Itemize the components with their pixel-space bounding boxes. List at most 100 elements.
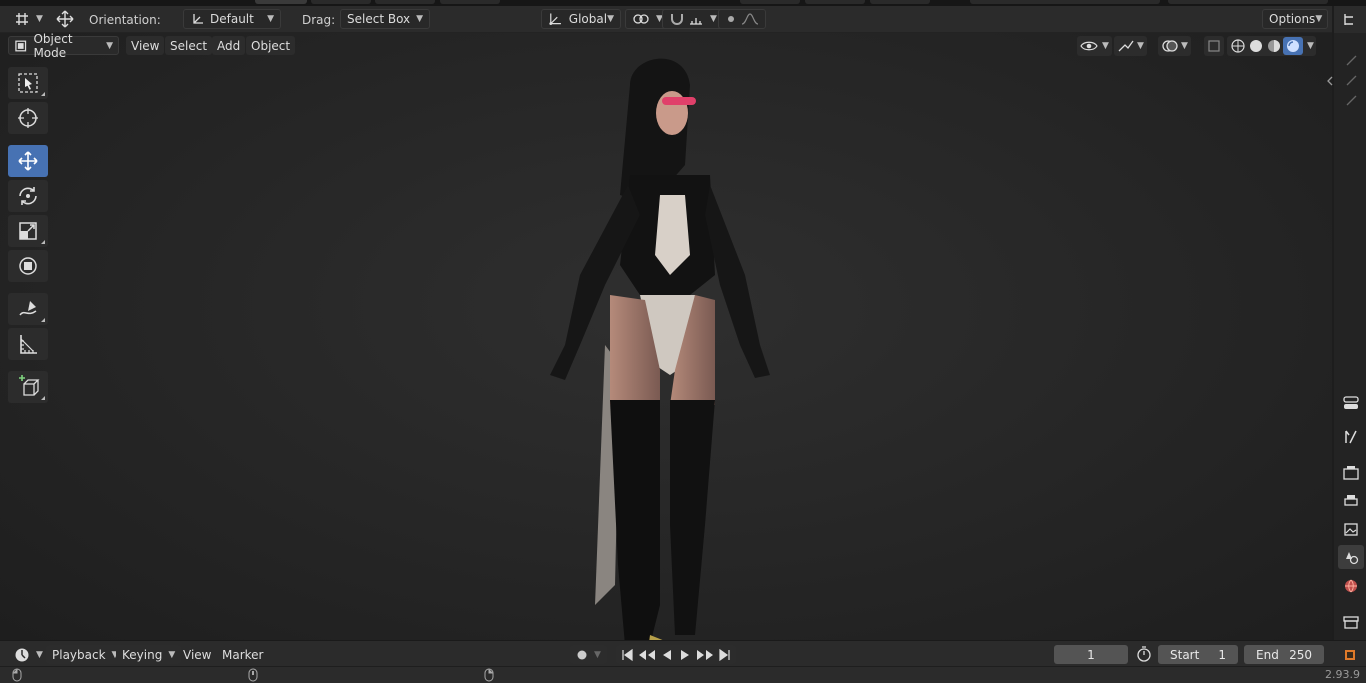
- stopwatch-icon[interactable]: [1136, 646, 1152, 662]
- workspace-tab[interactable]: [440, 0, 500, 4]
- transform-orientation-dropdown[interactable]: Global ▼: [541, 9, 621, 29]
- material-shading-icon[interactable]: [1265, 38, 1283, 54]
- end-label: End: [1256, 647, 1279, 662]
- tool-properties-tab[interactable]: [1338, 391, 1364, 415]
- auto-keying-toggle[interactable]: ▼: [570, 645, 607, 664]
- outliner-hierarchy-icon[interactable]: [1342, 13, 1358, 27]
- world-properties-tab[interactable]: [1338, 574, 1364, 598]
- mouse-middle-icon: [248, 668, 258, 682]
- output-properties-tab[interactable]: [1338, 489, 1364, 513]
- menu-select[interactable]: Select: [165, 36, 213, 55]
- timeline-editor-type-button[interactable]: ▼: [8, 645, 49, 664]
- chevron-down-icon: ▼: [106, 40, 113, 51]
- keying-menu[interactable]: Keying ▼: [116, 645, 182, 664]
- character-model[interactable]: [510, 45, 810, 645]
- workspace-tab[interactable]: [740, 0, 800, 4]
- drag-dropdown[interactable]: Select Box ▼: [340, 9, 430, 29]
- workspace-tab[interactable]: [375, 0, 435, 4]
- chevron-down-icon: ▼: [710, 14, 717, 24]
- tool-settings-header: ▼ Orientation: Default ▼ Drag: Select Bo…: [0, 6, 1332, 33]
- rotate-tool-icon: [19, 187, 37, 205]
- mode-dropdown[interactable]: Object Mode ▼: [8, 32, 119, 60]
- proportional-edit-icon: [728, 16, 734, 22]
- printer-icon: [1344, 495, 1358, 506]
- sidebar-toggle-chevron-icon[interactable]: [1324, 75, 1336, 87]
- snap-toggle[interactable]: ▼: [662, 9, 724, 29]
- chevron-down-icon[interactable]: ▼: [1307, 41, 1314, 51]
- jump-to-start-icon[interactable]: [620, 648, 634, 662]
- play-reverse-icon[interactable]: [660, 648, 674, 662]
- world-globe-icon: [1345, 579, 1357, 593]
- end-value: 250: [1289, 647, 1312, 662]
- viewport-nav-gizmo-icon[interactable]: [1344, 53, 1360, 113]
- current-frame-field[interactable]: 1: [1054, 645, 1128, 664]
- left-boot: [610, 400, 660, 645]
- visibility-dropdown[interactable]: ▼: [1077, 36, 1112, 56]
- workspace-tab[interactable]: [805, 0, 865, 4]
- orientation-label: Orientation:: [89, 13, 161, 27]
- properties-tab-column: [1327, 33, 1366, 640]
- scene-selector[interactable]: [970, 0, 1160, 4]
- solid-shading-icon[interactable]: [1247, 38, 1265, 54]
- workspace-tab[interactable]: [870, 0, 930, 4]
- view-layer-properties-tab[interactable]: [1338, 517, 1364, 541]
- snap-increment-icon: [690, 18, 702, 25]
- collection-properties-tab[interactable]: [1338, 610, 1364, 634]
- chevron-down-icon: ▼: [416, 14, 423, 24]
- wireframe-shading-icon[interactable]: [1229, 38, 1247, 54]
- chevron-down-icon: ▼: [1181, 41, 1188, 51]
- move-tool-icon: [18, 151, 38, 171]
- overlays-dropdown[interactable]: ▼: [1158, 36, 1191, 56]
- menu-view[interactable]: View: [126, 36, 165, 55]
- measure-tool[interactable]: [8, 328, 48, 360]
- cursor-tool-icon: [18, 108, 38, 128]
- proportional-edit-toggle[interactable]: [718, 9, 766, 29]
- active-tool-tab[interactable]: [1338, 425, 1364, 449]
- falloff-curve-icon: [741, 13, 759, 25]
- editor-type-button[interactable]: ▼: [8, 9, 49, 29]
- transform-tool[interactable]: [8, 250, 48, 282]
- marker-menu[interactable]: Marker: [216, 645, 269, 664]
- pivot-link-icon: [633, 14, 649, 24]
- 3d-viewport[interactable]: Object Mode ▼ View Select Add Object ▼ ▼…: [0, 32, 1332, 645]
- overlays-icon: [1162, 40, 1178, 52]
- workspace-tab[interactable]: [311, 0, 371, 4]
- move-tool[interactable]: [8, 145, 48, 177]
- end-frame-field[interactable]: End 250: [1244, 645, 1324, 664]
- view-layer-selector[interactable]: [1168, 0, 1328, 4]
- chevron-down-icon: ▼: [594, 649, 601, 660]
- render-properties-tab[interactable]: [1338, 461, 1364, 485]
- scene-properties-tab[interactable]: [1338, 545, 1364, 569]
- magnet-icon: [671, 14, 683, 25]
- move-tool-header-icon-button[interactable]: [48, 9, 82, 29]
- scale-tool[interactable]: [8, 215, 48, 247]
- orientation-axes-icon: [193, 14, 203, 24]
- start-value: 1: [1218, 647, 1226, 662]
- select-box-tool[interactable]: [8, 67, 48, 99]
- jump-to-keyframe-back-icon[interactable]: [638, 648, 656, 662]
- options-dropdown[interactable]: Options ▼: [1262, 9, 1328, 29]
- annotate-tool[interactable]: [8, 293, 48, 325]
- rendered-shading-icon[interactable]: [1283, 37, 1303, 55]
- rotate-tool[interactable]: [8, 180, 48, 212]
- xray-toggle[interactable]: [1204, 36, 1224, 56]
- menu-object[interactable]: Object: [246, 36, 296, 55]
- workspace-tab-active[interactable]: [255, 0, 307, 4]
- object-mode-icon: [15, 40, 27, 51]
- xray-icon: [1208, 40, 1220, 52]
- menu-add[interactable]: Add: [212, 36, 246, 55]
- orientation-dropdown[interactable]: Default ▼: [183, 9, 281, 29]
- gizmo-icon: [1118, 40, 1134, 52]
- object-properties-orange-icon[interactable]: [1342, 647, 1358, 663]
- play-icon[interactable]: [678, 648, 692, 662]
- playback-menu[interactable]: Playback ▼: [46, 645, 125, 664]
- timeline-view-menu[interactable]: View: [177, 645, 217, 664]
- add-cube-tool[interactable]: [8, 371, 48, 403]
- jump-to-end-icon[interactable]: [718, 648, 732, 662]
- gizmo-dropdown[interactable]: ▼: [1114, 36, 1147, 56]
- jump-to-keyframe-forward-icon[interactable]: [696, 648, 714, 662]
- start-frame-field[interactable]: Start 1: [1158, 645, 1238, 664]
- record-dot-icon: [577, 650, 587, 659]
- properties-editor-header: [1334, 6, 1366, 33]
- cursor-tool[interactable]: [8, 102, 48, 134]
